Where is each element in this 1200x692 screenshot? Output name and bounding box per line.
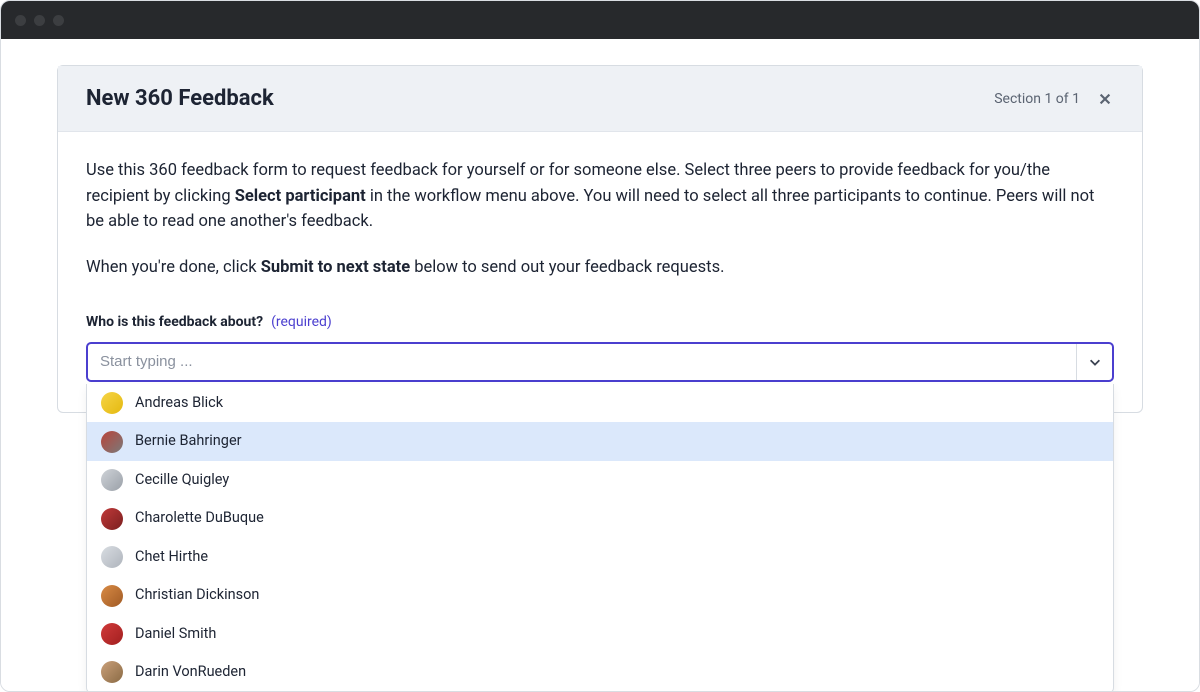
- card-header: New 360 Feedback Section 1 of 1: [58, 66, 1142, 132]
- person-option[interactable]: Cecille Quigley: [87, 461, 1113, 499]
- intro-p2-text-a: When you're done, click: [86, 258, 261, 277]
- close-button[interactable]: [1096, 90, 1114, 108]
- combobox-toggle[interactable]: [1076, 344, 1112, 380]
- person-option-label: Christian Dickinson: [135, 584, 259, 606]
- traffic-light-zoom[interactable]: [53, 15, 64, 26]
- window-titlebar: [1, 1, 1199, 39]
- traffic-light-close[interactable]: [15, 15, 26, 26]
- person-search-input[interactable]: [88, 344, 1076, 380]
- field-label-row: Who is this feedback about? (required): [86, 312, 1114, 334]
- content-area: New 360 Feedback Section 1 of 1 Use this…: [1, 39, 1199, 691]
- person-option[interactable]: Charolette DuBuque: [87, 499, 1113, 537]
- avatar: [101, 469, 123, 491]
- combobox-dropdown: Andreas Blick Bernie Bahringer Cecille Qui…: [86, 384, 1114, 691]
- person-option-label: Andreas Blick: [135, 392, 223, 414]
- required-hint: (required): [271, 312, 332, 334]
- traffic-light-minimize[interactable]: [34, 15, 45, 26]
- close-icon: [1098, 92, 1112, 106]
- card-title: New 360 Feedback: [86, 86, 274, 111]
- app-window: New 360 Feedback Section 1 of 1 Use this…: [0, 0, 1200, 692]
- avatar: [101, 661, 123, 683]
- avatar: [101, 431, 123, 453]
- card-header-right: Section 1 of 1: [994, 90, 1114, 108]
- section-indicator: Section 1 of 1: [994, 91, 1080, 107]
- feedback-card: New 360 Feedback Section 1 of 1 Use this…: [57, 65, 1143, 413]
- person-combobox: Andreas BlickBernie BahringerCecille Qui…: [86, 342, 1114, 382]
- intro-paragraph-1: Use this 360 feedback form to request fe…: [86, 158, 1114, 235]
- field-label: Who is this feedback about?: [86, 312, 263, 334]
- avatar: [101, 585, 123, 607]
- person-option-label: Bernie Bahringer: [135, 430, 242, 452]
- person-option[interactable]: Christian Dickinson: [87, 576, 1113, 614]
- combobox-control[interactable]: [86, 342, 1114, 382]
- avatar: [101, 392, 123, 414]
- intro-p2-text-b: below to send out your feedback requests…: [410, 258, 724, 277]
- person-option-label: Chet Hirthe: [135, 546, 208, 568]
- person-option-label: Daniel Smith: [135, 623, 216, 645]
- intro-p1-bold: Select participant: [235, 187, 366, 206]
- avatar: [101, 623, 123, 645]
- person-option[interactable]: Andreas Blick: [87, 384, 1113, 422]
- person-option[interactable]: Darin VonRueden: [87, 653, 1113, 691]
- intro-p2-bold: Submit to next state: [261, 258, 410, 277]
- person-option-label: Charolette DuBuque: [135, 507, 264, 529]
- person-option[interactable]: Chet Hirthe: [87, 538, 1113, 576]
- avatar: [101, 508, 123, 530]
- card-body: Use this 360 feedback form to request fe…: [58, 132, 1142, 412]
- person-option-label: Darin VonRueden: [135, 661, 246, 683]
- person-option[interactable]: Bernie Bahringer: [87, 422, 1113, 460]
- avatar: [101, 546, 123, 568]
- intro-paragraph-2: When you're done, click Submit to next s…: [86, 255, 1114, 281]
- intro-text: Use this 360 feedback form to request fe…: [86, 158, 1114, 280]
- person-option[interactable]: Daniel Smith: [87, 615, 1113, 653]
- chevron-down-icon: [1088, 355, 1102, 369]
- person-option-label: Cecille Quigley: [135, 469, 229, 491]
